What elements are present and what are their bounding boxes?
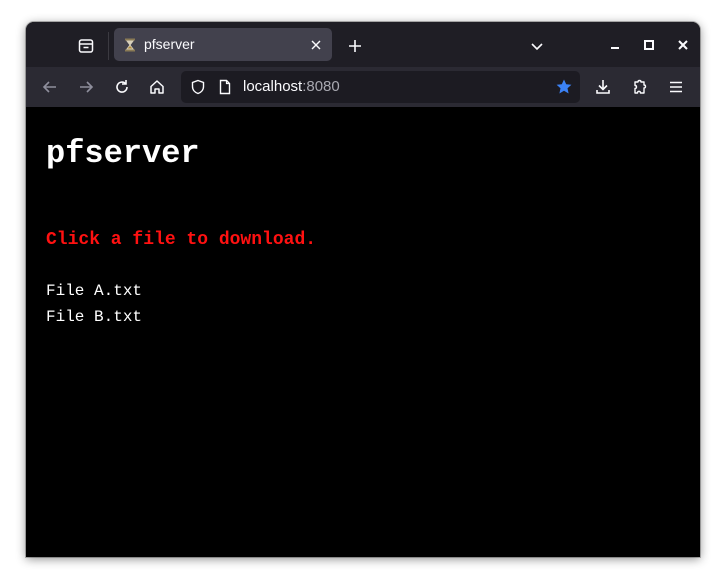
tab-list-icon[interactable] [70, 32, 102, 60]
minimize-icon[interactable] [604, 34, 626, 56]
page-content: pfserver Click a file to download. File … [26, 107, 700, 557]
file-list: File A.txt File B.txt [46, 278, 142, 330]
url-bar[interactable]: localhost:8080 [181, 71, 580, 103]
list-item: File A.txt [46, 278, 142, 304]
close-window-icon[interactable] [672, 34, 694, 56]
tab-pfserver[interactable]: pfserver [114, 28, 332, 61]
plus-icon[interactable] [344, 35, 366, 57]
close-icon[interactable] [307, 36, 325, 54]
maximize-icon[interactable] [638, 34, 660, 56]
hourglass-favicon [123, 37, 137, 52]
file-link-a[interactable]: File A.txt [46, 278, 142, 304]
tab-separator [108, 32, 109, 60]
download-icon[interactable] [589, 73, 617, 101]
hamburger-menu-icon[interactable] [662, 73, 690, 101]
browser-window: pfserver localhost:8080 pfserver Click a… [26, 22, 700, 557]
download-instruction: Click a file to download. [46, 230, 317, 250]
reload-icon[interactable] [108, 73, 136, 101]
url-text[interactable]: localhost:8080 [243, 78, 340, 95]
file-link-b[interactable]: File B.txt [46, 304, 142, 330]
shield-icon[interactable] [189, 78, 207, 96]
back-arrow-icon[interactable] [36, 73, 64, 101]
page-title: pfserver [46, 135, 200, 172]
home-icon[interactable] [143, 73, 171, 101]
puzzle-icon[interactable] [626, 73, 654, 101]
tab-title: pfserver [144, 36, 195, 52]
chevron-down-icon[interactable] [526, 35, 548, 57]
url-host: localhost [243, 78, 303, 95]
tab-bar: pfserver [26, 22, 700, 67]
star-icon[interactable] [555, 78, 573, 96]
forward-arrow-icon[interactable] [72, 73, 100, 101]
list-item: File B.txt [46, 304, 142, 330]
page-icon[interactable] [216, 78, 234, 96]
url-port: :8080 [302, 78, 340, 95]
navigation-toolbar: localhost:8080 [26, 67, 700, 107]
